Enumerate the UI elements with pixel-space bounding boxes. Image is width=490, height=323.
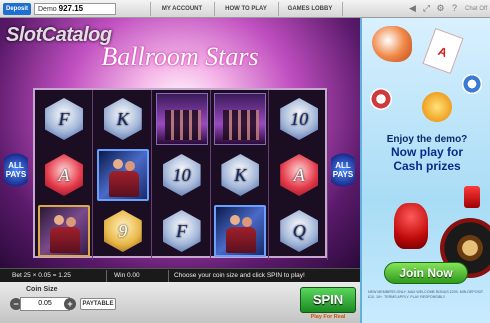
- promo-headline: Enjoy the demo? Now play for Cash prizes: [366, 134, 488, 173]
- demo-balance: Demo 927.15: [34, 3, 116, 15]
- reel-symbol: 10: [272, 92, 326, 146]
- fine-print: NEW MEMBERS ONLY. MAX WELCOME BONUS £200…: [368, 290, 484, 299]
- pirate-parrot-icon: [394, 203, 428, 249]
- dancers-symbol-icon: [214, 205, 267, 257]
- reel-symbol: F: [155, 204, 209, 258]
- nav-games-lobby[interactable]: GAMES LOBBY: [278, 3, 342, 15]
- coin-increase-button[interactable]: +: [64, 298, 76, 310]
- card-symbol-icon: K: [103, 98, 142, 140]
- nav-how-to-play[interactable]: HOW TO PLAY: [214, 3, 278, 15]
- reel-symbol: [37, 204, 91, 258]
- play-for-real-link[interactable]: Play For Real: [300, 314, 356, 322]
- reel-symbol: A: [37, 148, 91, 202]
- card-symbol-icon: A: [280, 154, 319, 196]
- reel-symbol: [96, 148, 150, 202]
- reel-symbol: K: [96, 92, 150, 146]
- stage-symbol-icon: [155, 93, 208, 145]
- card-symbol-icon: K: [221, 154, 260, 196]
- join-now-button[interactable]: Join Now: [384, 262, 468, 284]
- top-bar: Deposit Demo 927.15 MY ACCOUNT HOW TO PL…: [0, 0, 490, 18]
- dancers-symbol-icon: [38, 205, 90, 257]
- deposit-button[interactable]: Deposit: [3, 3, 31, 15]
- card-symbol-icon: F: [45, 98, 83, 140]
- promo-line-1: Enjoy the demo?: [386, 134, 468, 145]
- promo-panel: A Enjoy the demo? Now play for Cash priz…: [360, 18, 490, 323]
- demo-label: Demo: [38, 6, 57, 13]
- all-pays-badge-right: ALL PAYS: [331, 150, 355, 190]
- stage-symbol-icon: [214, 93, 267, 145]
- all-pays-badge-left: ALL PAYS: [4, 150, 28, 190]
- game-window: Deposit Demo 927.15 MY ACCOUNT HOW TO PL…: [0, 0, 490, 323]
- help-icon[interactable]: ?: [449, 3, 460, 14]
- reel-symbol: 10: [155, 148, 209, 202]
- divider: [168, 270, 169, 282]
- nav-my-account[interactable]: MY ACCOUNT: [150, 3, 214, 15]
- reel-symbol: K: [213, 148, 267, 202]
- card-symbol-icon: F: [162, 210, 201, 252]
- card-symbol-icon: A: [45, 154, 83, 196]
- reel-symbol: 9: [96, 204, 150, 258]
- reel-symbol: [155, 92, 209, 146]
- poker-chip-icon: [370, 88, 392, 110]
- coin-size-value: 0.05: [20, 297, 70, 311]
- bird-mascot-icon: [372, 26, 412, 62]
- fullscreen-icon[interactable]: ⤢: [421, 3, 432, 14]
- chat-toggle[interactable]: Chat Off: [465, 3, 487, 15]
- playing-card-icon: A: [422, 28, 464, 74]
- reel-5: 10 A Q: [270, 90, 329, 260]
- coin-size-label: Coin Size: [26, 286, 58, 293]
- promo-line-2: Now play for: [390, 145, 463, 159]
- promo-line-3: Cash prizes: [393, 159, 461, 173]
- status-message: Choose your coin size and click SPIN to …: [174, 272, 305, 279]
- divider: [106, 270, 107, 282]
- bet-text: Bet 25 × 0.05 = 1.25: [12, 272, 71, 279]
- reel-3: 10 F: [153, 90, 211, 260]
- reel-2: K9: [94, 90, 152, 260]
- reel-symbol: [213, 92, 267, 146]
- dancers-symbol-icon: [96, 149, 149, 201]
- coin-character-icon: [422, 92, 452, 122]
- poker-chip-icon: [462, 74, 482, 94]
- reel-symbol: [213, 204, 267, 258]
- reel-symbol: F: [37, 92, 91, 146]
- card-symbol-icon: 10: [162, 154, 201, 196]
- win-text: Win 0.00: [114, 272, 140, 279]
- info-bar: Bet 25 × 0.05 = 1.25 Win 0.00 Choose you…: [0, 268, 360, 282]
- sound-icon[interactable]: ◀: [407, 3, 418, 14]
- demo-balance-value: 927.15: [58, 4, 84, 13]
- settings-icon[interactable]: ⚙: [435, 3, 446, 14]
- paytable-button[interactable]: PAYTABLE: [80, 298, 116, 310]
- reel-symbol: A: [272, 148, 326, 202]
- card-symbol-icon: 10: [280, 98, 319, 140]
- card-symbol-icon: Q: [280, 210, 319, 252]
- reel-4: K: [211, 90, 270, 260]
- game-area: SlotCatalog Ballroom Stars ALL PAYS ALL …: [0, 18, 360, 268]
- divider: [342, 2, 343, 16]
- reel-1: FA: [35, 90, 93, 260]
- game-title: Ballroom Stars: [101, 42, 259, 71]
- reel-symbol: Q: [272, 204, 326, 258]
- card-symbol-icon: 9: [103, 210, 142, 252]
- spin-button[interactable]: SPIN: [300, 287, 356, 313]
- control-bar: Coin Size − 0.05 + PAYTABLE SPIN Play Fo…: [0, 282, 360, 323]
- dice-icon: [464, 186, 480, 208]
- reel-grid: F A K 9 10 F K 10 A Q: [33, 88, 329, 260]
